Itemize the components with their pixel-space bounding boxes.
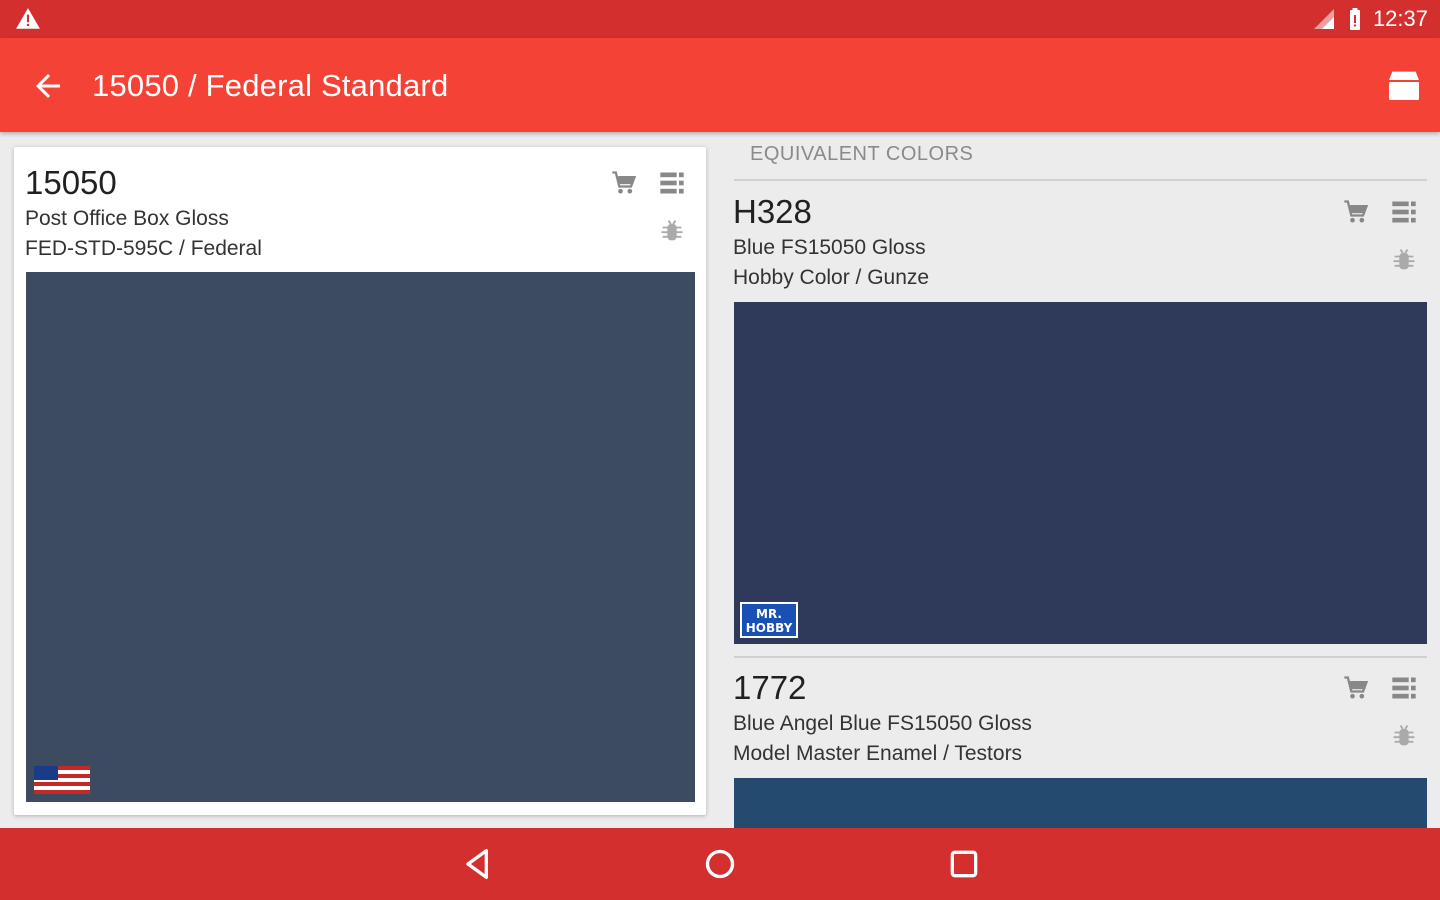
color-code: 15050	[25, 164, 117, 201]
list-icon[interactable]	[1390, 674, 1418, 702]
status-clock: 12:37	[1372, 6, 1428, 31]
cart-icon[interactable]	[1342, 674, 1370, 702]
app-bar: 15050 / Federal Standard	[0, 38, 1440, 132]
bug-icon[interactable]	[1390, 722, 1418, 750]
us-flag-icon	[34, 766, 90, 794]
page-title: 15050 / Federal Standard	[92, 68, 449, 103]
main-color-card[interactable]: 15050 Post Office Box Gloss FED-STD-595C…	[14, 147, 706, 815]
color-name: Post Office Box Gloss	[25, 207, 229, 230]
status-indicators: 12:37	[1311, 6, 1428, 32]
equivalent-code: H328	[733, 193, 812, 230]
store-icon[interactable]	[1384, 65, 1424, 105]
recents-square-icon[interactable]	[944, 844, 984, 884]
equivalent-name: Blue FS15050 Gloss	[733, 236, 926, 259]
warning-icon	[16, 8, 40, 29]
list-icon[interactable]	[1390, 198, 1418, 226]
equivalent-brand: Hobby Color / Gunze	[733, 266, 930, 289]
back-arrow-icon[interactable]	[30, 68, 66, 104]
list-icon[interactable]	[658, 169, 686, 197]
item-divider	[734, 656, 1427, 658]
status-bar: 12:37	[0, 0, 1440, 38]
equivalent-swatch[interactable]: MR. HOBBY	[734, 302, 1427, 644]
equivalent-brand: Model Master Enamel / Testors	[733, 742, 1023, 765]
cart-icon[interactable]	[1342, 198, 1370, 226]
bug-icon[interactable]	[658, 217, 686, 245]
battery-icon	[1349, 8, 1360, 30]
equivalent-name: Blue Angel Blue FS15050 Gloss	[733, 712, 1032, 735]
bug-icon[interactable]	[1390, 246, 1418, 274]
mr-hobby-logo: MR. HOBBY	[740, 602, 798, 638]
cart-icon[interactable]	[610, 169, 638, 197]
navigation-bar	[0, 828, 1440, 900]
section-divider	[734, 179, 1427, 181]
color-swatch[interactable]	[26, 272, 695, 802]
equivalent-colors-header: EQUIVALENT COLORS	[750, 143, 974, 165]
back-triangle-icon[interactable]	[458, 844, 498, 884]
color-reference: FED-STD-595C / Federal	[25, 237, 262, 260]
equivalent-code: 1772	[733, 669, 807, 706]
equivalent-swatch[interactable]	[734, 778, 1427, 828]
signal-icon	[1313, 9, 1334, 29]
home-circle-icon[interactable]	[700, 844, 740, 884]
